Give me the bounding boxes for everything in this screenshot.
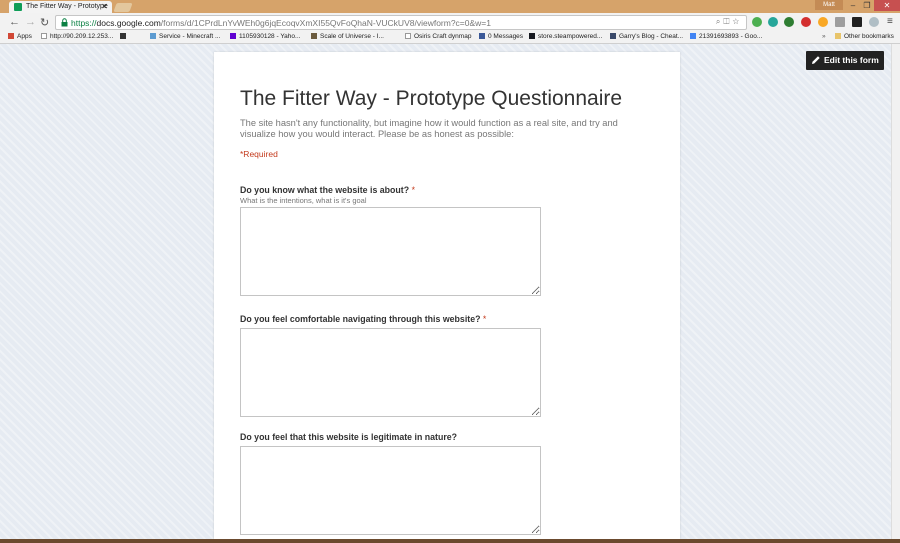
forms-favicon-icon bbox=[14, 3, 22, 11]
bookmark-item[interactable]: Scale of Universe - I... bbox=[311, 33, 384, 40]
steam-icon bbox=[529, 33, 535, 39]
google-icon bbox=[690, 33, 696, 39]
extension-icon[interactable] bbox=[818, 17, 828, 27]
form-description: The site hasn't any functionality, but i… bbox=[240, 118, 618, 139]
tab-title: The Fitter Way - Prototype bbox=[26, 3, 108, 10]
extension-icon[interactable] bbox=[852, 17, 862, 27]
question-title: Do you feel that this website is legitim… bbox=[240, 432, 458, 442]
page-icon bbox=[311, 33, 317, 39]
bookmark-item[interactable]: 1105930128 - Yaho... bbox=[230, 33, 300, 40]
pencil-icon bbox=[812, 56, 820, 64]
scrollbar[interactable] bbox=[891, 44, 900, 539]
extension-icon[interactable] bbox=[752, 17, 762, 27]
window-close-icon[interactable]: ✕ bbox=[874, 0, 900, 11]
answer-textarea[interactable] bbox=[240, 328, 541, 417]
bookmark-item[interactable]: Apps bbox=[8, 33, 32, 40]
other-bookmarks[interactable]: Other bookmarks bbox=[835, 33, 894, 40]
cast-icon[interactable] bbox=[835, 17, 845, 27]
facebook-icon bbox=[479, 33, 485, 39]
bookmark-item[interactable]: Service - Minecraft ... bbox=[150, 33, 220, 40]
lock-icon bbox=[61, 18, 68, 27]
page-icon bbox=[405, 33, 411, 39]
forward-icon[interactable]: → bbox=[25, 16, 36, 28]
restore-icon[interactable]: ❐ bbox=[860, 0, 874, 11]
user-profile-button[interactable]: Matt bbox=[815, 0, 843, 10]
edit-form-label: Edit this form bbox=[824, 55, 879, 65]
taskbar bbox=[0, 539, 900, 543]
close-tab-icon[interactable]: ✕ bbox=[101, 2, 108, 11]
page-icon bbox=[610, 33, 616, 39]
extension-icon[interactable] bbox=[869, 17, 879, 27]
bookmark-item[interactable]: http://90.209.12.253... bbox=[41, 33, 113, 40]
bookmark-item[interactable]: Garry's Blog - Cheat... bbox=[610, 33, 683, 40]
answer-textarea[interactable] bbox=[240, 446, 541, 535]
omnibox-icons[interactable]: ⌕◫☆ bbox=[716, 17, 742, 27]
folder-icon bbox=[835, 33, 841, 39]
bookmark-item[interactable]: 0 Messages bbox=[479, 33, 523, 40]
browser-toolbar: ← → ↻ https://docs.google.com/forms/d/1C… bbox=[0, 13, 900, 32]
question-title: Do you feel comfortable navigating throu… bbox=[240, 314, 487, 324]
browser-tab[interactable]: The Fitter Way - Prototype ✕ bbox=[9, 1, 112, 13]
bookmarks-overflow-icon[interactable]: » bbox=[822, 33, 826, 40]
question-3: Do you feel that this website is legitim… bbox=[240, 432, 541, 535]
required-mark: * bbox=[411, 185, 415, 195]
url-text: https://docs.google.com/forms/d/1CPrdLnY… bbox=[71, 18, 491, 28]
reload-icon[interactable]: ↻ bbox=[40, 16, 49, 29]
menu-icon[interactable]: ≡ bbox=[887, 16, 893, 27]
title-bar: The Fitter Way - Prototype ✕ Matt – ❐ ✕ bbox=[0, 0, 900, 13]
question-title: Do you know what the website is about? * bbox=[240, 185, 415, 195]
bookmarks-bar: Apps http://90.209.12.253... Service - M… bbox=[0, 32, 900, 44]
page-icon bbox=[150, 33, 156, 39]
form-title: The Fitter Way - Prototype Questionnaire bbox=[240, 87, 623, 110]
bookmark-item[interactable]: store.steampowered... bbox=[529, 33, 602, 40]
extension-icon[interactable] bbox=[768, 17, 778, 27]
address-bar[interactable]: https://docs.google.com/forms/d/1CPrdLnY… bbox=[55, 15, 747, 30]
bookmark-item[interactable] bbox=[120, 33, 129, 40]
yahoo-icon bbox=[230, 33, 236, 39]
page-icon bbox=[41, 33, 47, 39]
minimize-icon[interactable]: – bbox=[846, 0, 860, 11]
edit-form-button[interactable]: Edit this form bbox=[806, 51, 884, 70]
back-icon[interactable]: ← bbox=[9, 16, 20, 28]
page-icon bbox=[120, 33, 126, 39]
bookmark-item[interactable]: Osiris Craft dynmap bbox=[405, 33, 471, 40]
answer-textarea[interactable] bbox=[240, 207, 541, 296]
bookmark-item[interactable]: 21391693893 - Goo... bbox=[690, 33, 762, 40]
question-1: Do you know what the website is about? *… bbox=[240, 185, 541, 296]
question-help: What is the intentions, what is it's goa… bbox=[240, 196, 367, 205]
adblock-icon[interactable] bbox=[801, 17, 811, 27]
apps-icon bbox=[8, 33, 14, 39]
extension-icon[interactable] bbox=[784, 17, 794, 27]
required-note: *Required bbox=[240, 149, 278, 159]
form-card: The Fitter Way - Prototype Questionnaire… bbox=[214, 52, 680, 543]
question-2: Do you feel comfortable navigating throu… bbox=[240, 314, 541, 417]
new-tab-button[interactable] bbox=[113, 3, 133, 12]
required-mark: * bbox=[482, 314, 487, 324]
